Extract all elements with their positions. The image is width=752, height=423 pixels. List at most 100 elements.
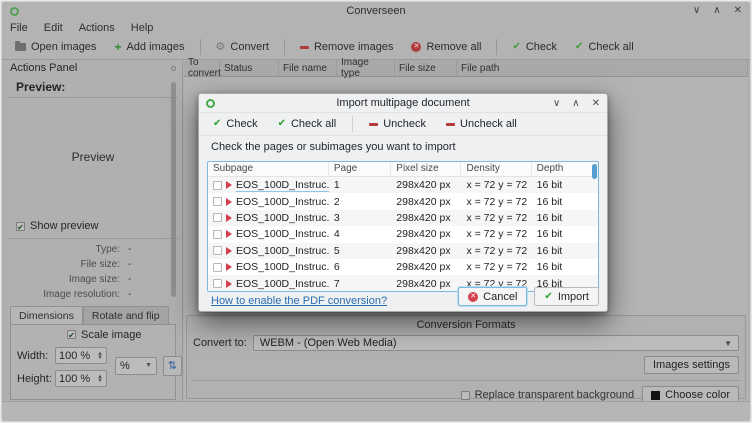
file-list-header: To convert Status File name Image type F…: [184, 60, 748, 77]
row-checkbox-unchecked-icon[interactable]: [213, 246, 222, 255]
row-checkbox-unchecked-icon[interactable]: [213, 263, 222, 272]
panel-scrollbar[interactable]: [171, 82, 176, 297]
info-type-label: Type:: [14, 244, 120, 255]
pdf-page-icon: [226, 214, 232, 222]
col-depth[interactable]: Depth: [532, 162, 598, 176]
unit-combobox[interactable]: % ▼: [115, 357, 157, 375]
row-checkbox-unchecked-icon[interactable]: [213, 197, 222, 206]
menu-edit[interactable]: Edit: [44, 22, 63, 34]
tab-rotate-flip[interactable]: Rotate and flip: [83, 306, 169, 324]
col-subpage[interactable]: Subpage: [208, 162, 329, 176]
page-row[interactable]: EOS_100D_Instruc... 6 298x420 px x = 72 …: [208, 259, 598, 275]
pages-table: Subpage Page Pixel size Density Depth EO…: [207, 161, 599, 292]
col-to-convert[interactable]: To convert: [184, 60, 220, 76]
row-checkbox-unchecked-icon[interactable]: [213, 213, 222, 222]
import-button[interactable]: ✔ Import: [534, 287, 599, 306]
toolbar-separator: [284, 39, 285, 55]
minimize-icon[interactable]: ∨: [693, 2, 700, 20]
page-row[interactable]: EOS_100D_Instruc... 4 298x420 px x = 72 …: [208, 226, 598, 242]
scale-image-checkbox[interactable]: Scale image: [67, 329, 142, 341]
dialog-close-icon[interactable]: ✕: [592, 98, 600, 109]
subpage-name: EOS_100D_Instruc...: [236, 278, 329, 290]
spinner-arrows-icon[interactable]: ▲▼: [97, 375, 103, 383]
import-label: Import: [558, 291, 589, 303]
toolbar-separator: [352, 116, 353, 132]
spinner-arrows-icon[interactable]: ▲▼: [97, 352, 103, 360]
dialog-check-all-label: Check all: [291, 118, 336, 130]
open-images-button[interactable]: Open images: [8, 38, 103, 56]
dialog-check-all-button[interactable]: ✔ Check all: [270, 115, 345, 133]
page-row[interactable]: EOS_100D_Instruc... 5 298x420 px x = 72 …: [208, 243, 598, 259]
dialog-uncheck-button[interactable]: Uncheck: [361, 115, 434, 133]
depth: 16 bit: [532, 228, 598, 240]
check-all-button[interactable]: ✔ Check all: [568, 38, 641, 56]
pdf-conversion-help-link[interactable]: How to enable the PDF conversion?: [211, 295, 387, 307]
dialog-check-button[interactable]: ✔ Check: [205, 115, 266, 133]
link-dimensions-button[interactable]: ⇅: [163, 356, 182, 376]
menu-help[interactable]: Help: [131, 22, 154, 34]
dialog-uncheck-all-label: Uncheck all: [460, 118, 517, 130]
info-filesize-label: File size:: [14, 259, 120, 270]
cancel-button[interactable]: ✕ Cancel: [458, 287, 527, 306]
check-button[interactable]: ✔ Check: [505, 38, 564, 56]
width-value: 100 %: [59, 350, 97, 362]
check-all-label: Check all: [588, 41, 633, 53]
green-check-icon: ✔: [544, 291, 552, 302]
menu-actions[interactable]: Actions: [79, 22, 115, 34]
pixel-size: 298x420 px: [391, 179, 461, 191]
row-checkbox-unchecked-icon[interactable]: [213, 181, 222, 190]
col-pixel-size[interactable]: Pixel size: [391, 162, 461, 176]
page-number: 3: [329, 212, 391, 224]
dialog-table-body: EOS_100D_Instruc... 1 298x420 px x = 72 …: [208, 177, 598, 292]
col-status[interactable]: Status: [220, 60, 279, 76]
row-checkbox-unchecked-icon[interactable]: [213, 230, 222, 239]
preview-area: Preview: [4, 98, 182, 216]
group-divider: [191, 380, 741, 381]
col-image-type[interactable]: Image type: [337, 60, 395, 76]
page-row[interactable]: EOS_100D_Instruc... 1 298x420 px x = 72 …: [208, 177, 598, 193]
density: x = 72 y = 72: [461, 245, 531, 257]
page-number: 1: [329, 179, 391, 191]
col-page[interactable]: Page: [329, 162, 391, 176]
convert-button[interactable]: ⚙ Convert: [209, 38, 276, 56]
panel-float-icon[interactable]: [171, 66, 176, 71]
checkbox-checked-icon: [67, 330, 76, 339]
replace-background-checkbox[interactable]: Replace transparent background: [461, 389, 635, 401]
table-scrollbar[interactable]: [592, 164, 597, 179]
width-spinner[interactable]: 100 % ▲▼: [55, 347, 107, 364]
convert-label: Convert: [230, 41, 269, 53]
green-check-icon: ✔: [512, 42, 520, 52]
dialog-maximize-icon[interactable]: ∧: [572, 98, 579, 109]
page-number: 6: [329, 261, 391, 273]
images-settings-button[interactable]: Images settings: [644, 356, 739, 374]
menu-file[interactable]: File: [10, 22, 28, 34]
converseen-window: Converseen ∨ ∧ ✕ File Edit Actions Help …: [1, 1, 751, 422]
close-icon[interactable]: ✕: [734, 2, 742, 20]
col-file-name[interactable]: File name: [279, 60, 337, 76]
dialog-caption: Check the pages or subimages you want to…: [199, 136, 607, 157]
add-images-button[interactable]: + Add images: [107, 38, 191, 56]
height-label: Height:: [17, 373, 55, 385]
remove-all-button[interactable]: ✕ Remove all: [404, 38, 488, 56]
col-file-path[interactable]: File path: [457, 60, 748, 76]
page-row[interactable]: EOS_100D_Instruc... 3 298x420 px x = 72 …: [208, 210, 598, 226]
dialog-uncheck-all-button[interactable]: Uncheck all: [438, 115, 525, 133]
row-checkbox-unchecked-icon[interactable]: [213, 279, 222, 288]
format-value: WEBM - (Open Web Media): [260, 337, 397, 349]
tab-dimensions[interactable]: Dimensions: [10, 306, 83, 324]
remove-images-button[interactable]: Remove images: [293, 38, 400, 56]
depth: 16 bit: [532, 179, 598, 191]
red-minus-icon: [446, 123, 455, 126]
dialog-minimize-icon[interactable]: ∨: [553, 98, 560, 109]
pdf-page-icon: [226, 198, 232, 206]
show-preview-checkbox[interactable]: Show preview: [16, 220, 98, 232]
maximize-icon[interactable]: ∧: [713, 2, 720, 20]
open-images-label: Open images: [31, 41, 96, 53]
format-combobox[interactable]: WEBM - (Open Web Media) ▼: [253, 335, 739, 351]
dialog-titlebar: Import multipage document ∨ ∧ ✕: [199, 94, 607, 113]
col-density[interactable]: Density: [461, 162, 531, 176]
col-file-size[interactable]: File size: [395, 60, 457, 76]
height-spinner[interactable]: 100 % ▲▼: [55, 370, 107, 387]
page-row[interactable]: EOS_100D_Instruc... 2 298x420 px x = 72 …: [208, 193, 598, 209]
add-plus-icon: +: [114, 41, 121, 53]
